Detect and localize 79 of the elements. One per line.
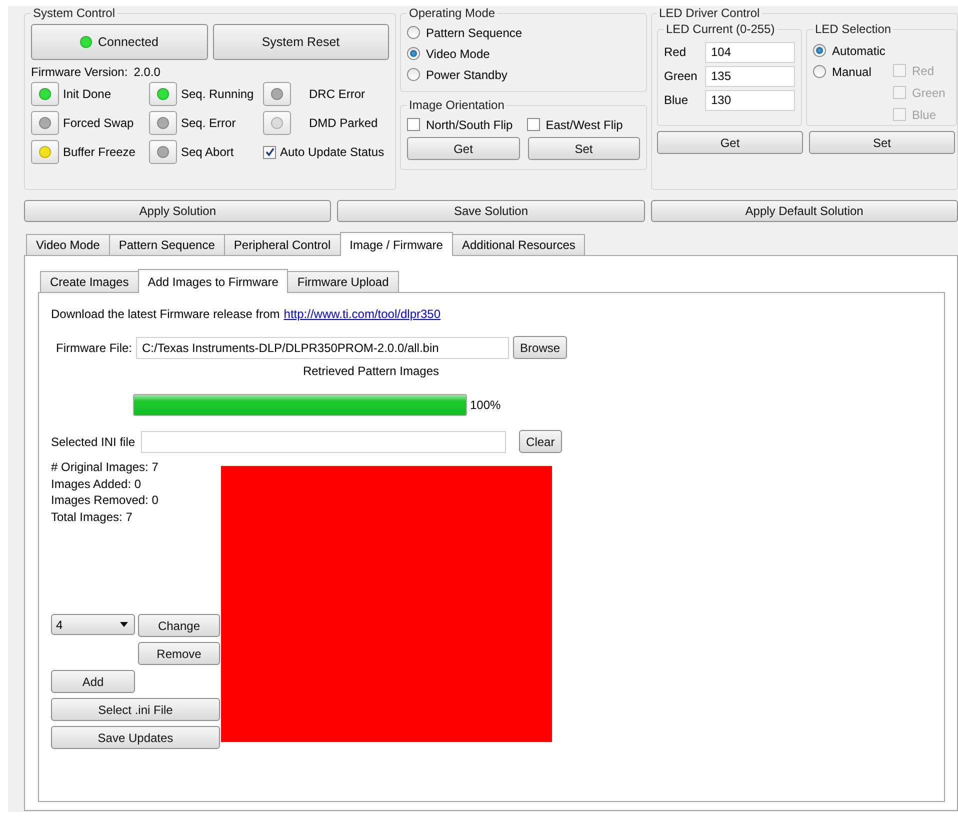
input-field[interactable]: 135 (705, 66, 795, 86)
checkbox-label: Green (912, 86, 946, 100)
tab[interactable]: Firmware Upload (287, 271, 399, 292)
checkbox-label: Auto Update Status (280, 145, 384, 159)
checkbox-label: East/West Flip (546, 118, 623, 132)
radio-label: Automatic (832, 44, 886, 58)
field-label: Selected INI file (51, 434, 136, 448)
status-label: Seq Abort (181, 145, 234, 159)
version-text: 2.0.0 (134, 65, 160, 79)
button[interactable]: Get (407, 137, 520, 160)
connect-button[interactable]: Connected (31, 24, 208, 60)
input-field[interactable]: C:/Texas Instruments-DLP/DLPR350PROM-2.0.0/all.bin (136, 336, 510, 358)
solution-button[interactable]: Apply Default Solution (650, 200, 958, 222)
checkbox[interactable] (263, 146, 276, 158)
progress-reading: 100% (470, 398, 501, 412)
group-title: Image Orientation (408, 98, 506, 112)
change-button[interactable]: Change (138, 614, 220, 637)
input-field[interactable]: 104 (705, 42, 795, 62)
tab[interactable]: Pattern Sequence (108, 234, 225, 255)
button[interactable]: Get (657, 131, 803, 154)
group-title: System Control (32, 6, 116, 20)
field-label: Firmware File: (56, 340, 132, 354)
group-title: LED Selection (814, 22, 892, 36)
tab[interactable]: Add Images to Firmware (138, 269, 288, 293)
add-button[interactable]: Add (51, 670, 135, 693)
group-title: LED Current (0-255) (665, 22, 776, 36)
tab[interactable]: Image / Firmware (340, 232, 453, 256)
group-title: LED Driver Control (658, 6, 761, 20)
input-field[interactable]: 130 (705, 90, 795, 110)
status-label: Init Done (63, 87, 112, 101)
remove-button[interactable]: Remove (138, 642, 220, 665)
label: Firmware Version: (31, 65, 128, 79)
radio-button[interactable] (407, 26, 420, 39)
radio-label: Video Mode (426, 46, 490, 60)
radio-button[interactable] (813, 44, 826, 57)
info-text: Download the latest Firmware release from (51, 307, 280, 321)
checkbox-label: Blue (912, 108, 936, 122)
solution-button[interactable]: Save Solution (337, 200, 645, 222)
stat-text: Total Images: 7 (51, 508, 134, 525)
field-label: Green (664, 69, 698, 83)
status-label: Seq. Error (181, 116, 236, 130)
button[interactable]: Set (528, 137, 640, 160)
radio-label: Manual (832, 64, 872, 78)
status-label: Seq. Running (181, 87, 254, 101)
field-label: Blue (664, 93, 690, 107)
tab[interactable]: Peripheral Control (224, 234, 341, 255)
status-label: Forced Swap (63, 116, 134, 130)
group-title: Operating Mode (408, 6, 496, 20)
checkbox[interactable] (526, 118, 540, 131)
radio-label: Power Standby (426, 68, 508, 82)
radio-button[interactable] (813, 65, 826, 78)
radio-button[interactable] (407, 47, 420, 60)
dropdown[interactable]: 4 (51, 614, 135, 635)
caret-icon (120, 622, 128, 627)
input-field[interactable] (141, 430, 506, 452)
tab[interactable]: Additional Resources (452, 234, 586, 255)
stat-text: Images Removed: 0 (51, 492, 160, 508)
stat-text: Images Added: 0 (51, 476, 142, 492)
section-label: Retrieved Pattern Images (302, 364, 440, 378)
field-label: Red (664, 45, 688, 59)
checkbox[interactable] (407, 118, 420, 131)
save-button[interactable]: Save Updates (51, 726, 220, 749)
radio-label: Pattern Sequence (426, 26, 522, 40)
status-label: DRC Error (309, 87, 365, 101)
solution-button[interactable]: Apply Solution (24, 200, 332, 222)
reset-button[interactable]: System Reset (212, 24, 389, 60)
status-label: DMD Parked (309, 116, 378, 130)
checkbox-label: North/South Flip (426, 118, 513, 132)
radio-button[interactable] (407, 68, 420, 81)
status-label: Buffer Freeze (63, 145, 136, 159)
clear-button[interactable]: Clear (519, 430, 562, 453)
button[interactable]: Set (809, 131, 955, 154)
select-file-button[interactable]: Select .ini File (51, 698, 220, 721)
tab[interactable]: Create Images (40, 271, 139, 292)
checkbox-label: Red (912, 64, 934, 78)
tab[interactable]: Video Mode (26, 234, 110, 255)
browse-button[interactable]: Browse (513, 336, 568, 359)
stat-text: # Original Images: 7 (51, 459, 160, 476)
download-link[interactable]: http://www.ti.com/tool/dlpr350 (284, 307, 441, 321)
